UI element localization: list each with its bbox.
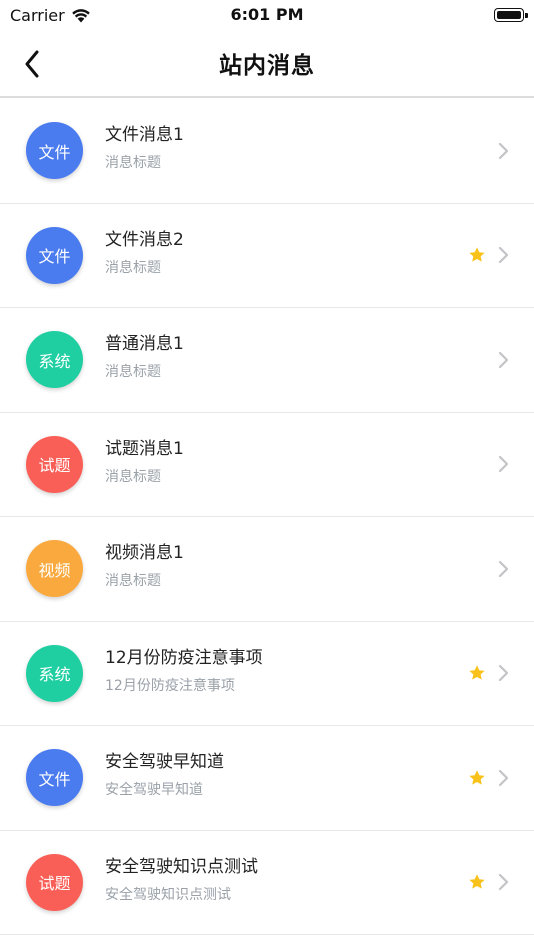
message-title: 12月份防疫注意事项 xyxy=(105,647,263,668)
message-subtitle: 消息标题 xyxy=(105,573,161,589)
message-row[interactable]: 文件 安全驾驶早知道 安全驾驶早知道 xyxy=(0,726,534,831)
chevron-right-icon xyxy=(498,142,509,159)
message-title: 文件消息2 xyxy=(105,229,184,250)
message-row[interactable]: 系统 普通消息1 消息标题 xyxy=(0,308,534,413)
star-icon[interactable] xyxy=(468,873,486,891)
message-subtitle: 12月份防疫注意事项 xyxy=(105,677,235,694)
message-type-badge: 试题 xyxy=(26,435,83,493)
message-list: 文件 文件消息1 消息标题 文件 文件消息2 消息标题 系统 普通消息1 消息标题 试题 试题消息1… xyxy=(0,99,534,935)
chevron-right-icon xyxy=(498,874,509,891)
status-bar: Carrier 6:01 PM xyxy=(0,0,534,30)
message-row[interactable]: 文件 文件消息1 消息标题 xyxy=(0,99,534,204)
chevron-left-icon xyxy=(25,50,39,78)
message-type-badge: 文件 xyxy=(26,226,83,284)
message-row[interactable]: 试题 安全驾驶知识点测试 安全驾驶知识点测试 xyxy=(0,830,534,935)
chevron-right-icon xyxy=(498,769,509,786)
chevron-right-icon xyxy=(498,456,509,473)
message-type-badge: 视频 xyxy=(26,540,83,598)
message-subtitle: 消息标题 xyxy=(105,364,161,380)
message-type-badge: 文件 xyxy=(26,749,83,807)
chevron-right-icon xyxy=(498,351,509,368)
message-row[interactable]: 试题 试题消息1 消息标题 xyxy=(0,412,534,517)
message-subtitle: 消息标题 xyxy=(105,259,161,276)
back-button[interactable] xyxy=(14,44,50,84)
message-subtitle: 安全驾驶知识点测试 xyxy=(105,886,231,903)
nav-bar: 站内消息 xyxy=(0,30,534,98)
chevron-right-icon xyxy=(498,665,509,682)
message-type-badge: 系统 xyxy=(26,331,83,389)
message-title: 视频消息1 xyxy=(105,543,184,563)
message-title: 安全驾驶知识点测试 xyxy=(105,856,258,877)
message-type-badge: 文件 xyxy=(26,122,83,180)
star-icon[interactable] xyxy=(468,664,486,682)
message-texts: 12月份防疫注意事项 12月份防疫注意事项 xyxy=(105,646,263,696)
wifi-icon xyxy=(71,9,90,23)
message-subtitle: 消息标题 xyxy=(105,468,161,485)
message-title: 试题消息1 xyxy=(105,438,184,459)
message-texts: 普通消息1 消息标题 xyxy=(105,332,184,382)
message-title: 普通消息1 xyxy=(105,334,184,354)
message-row[interactable]: 视频 视频消息1 消息标题 xyxy=(0,517,534,622)
message-title: 安全驾驶早知道 xyxy=(105,752,224,772)
message-texts: 试题消息1 消息标题 xyxy=(105,437,184,487)
message-row[interactable]: 系统 12月份防疫注意事项 12月份防疫注意事项 xyxy=(0,621,534,726)
message-row[interactable]: 文件 文件消息2 消息标题 xyxy=(0,203,534,308)
page-title: 站内消息 xyxy=(219,53,315,79)
message-title: 文件消息1 xyxy=(105,125,184,145)
message-texts: 安全驾驶早知道 安全驾驶早知道 xyxy=(105,750,224,800)
message-texts: 文件消息1 消息标题 xyxy=(105,123,184,173)
battery-icon xyxy=(494,8,528,22)
message-type-badge: 试题 xyxy=(26,853,83,911)
message-texts: 视频消息1 消息标题 xyxy=(105,541,184,591)
message-type-badge: 系统 xyxy=(26,644,83,702)
message-texts: 文件消息2 消息标题 xyxy=(105,228,184,278)
screen: Carrier 6:01 PM 站内消息 文件 文件消息1 消息标题 文件 文件消息2 消… xyxy=(0,0,534,950)
carrier-label: Carrier xyxy=(10,5,65,25)
star-icon[interactable] xyxy=(468,246,486,264)
carrier-group: Carrier xyxy=(10,6,91,25)
message-texts: 安全驾驶知识点测试 安全驾驶知识点测试 xyxy=(105,855,258,905)
star-icon[interactable] xyxy=(468,769,486,787)
message-subtitle: 安全驾驶早知道 xyxy=(105,782,203,798)
chevron-right-icon xyxy=(498,247,509,264)
message-subtitle: 消息标题 xyxy=(105,155,161,171)
chevron-right-icon xyxy=(498,560,509,577)
